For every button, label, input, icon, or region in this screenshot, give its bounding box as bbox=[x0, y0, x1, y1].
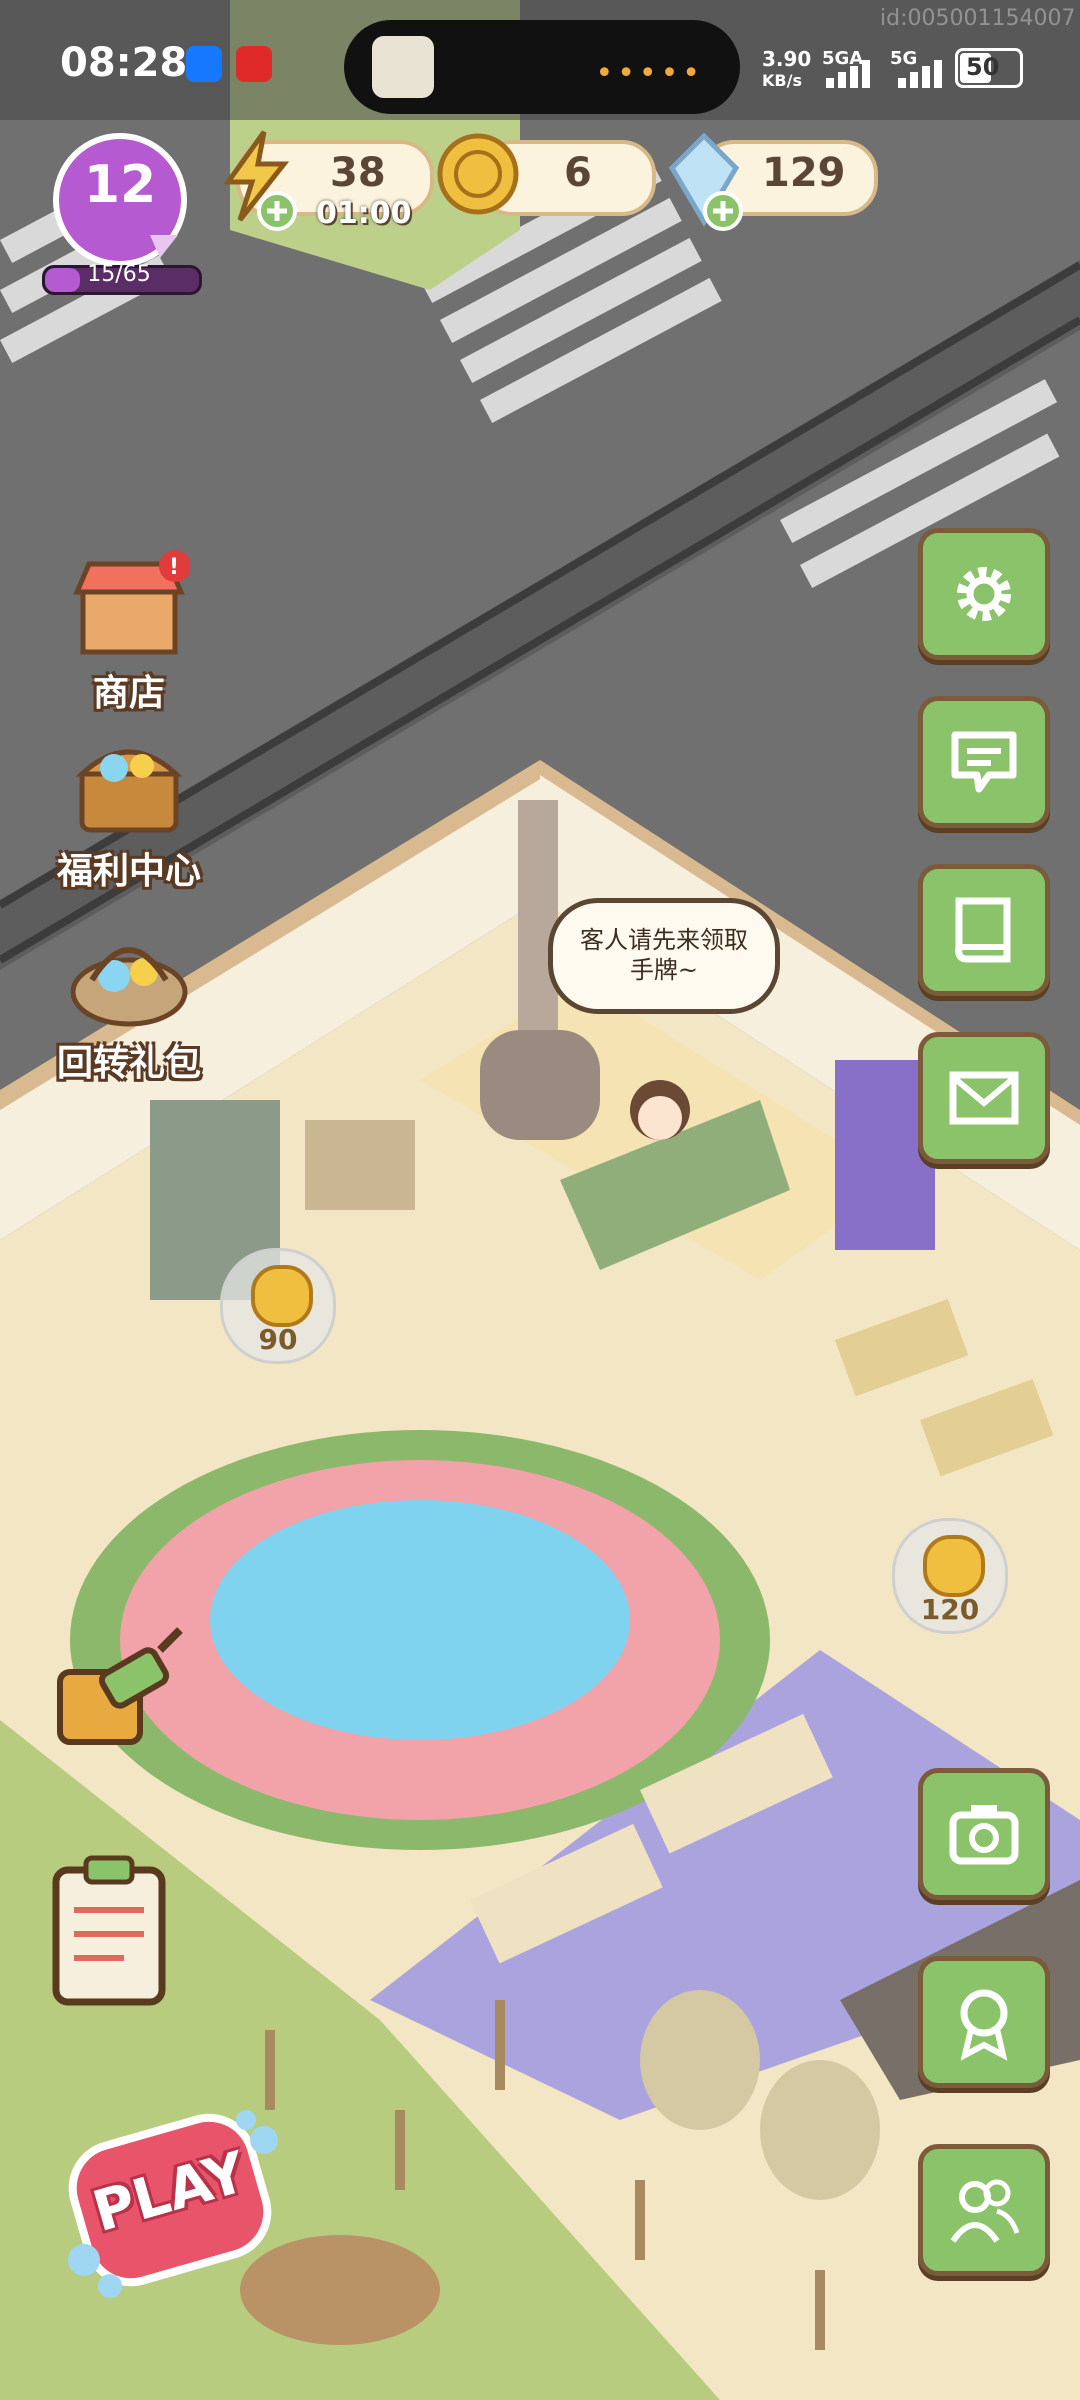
activity-dots-icon: ••••• bbox=[595, 56, 704, 91]
shop-button[interactable]: ! 商店 bbox=[44, 550, 214, 716]
coin-pin-amount: 90 bbox=[258, 1323, 298, 1356]
coin-icon bbox=[923, 1535, 985, 1597]
coin-icon bbox=[437, 133, 519, 215]
network-speed: 3.90 KB/s bbox=[762, 47, 812, 90]
gear-icon bbox=[957, 567, 1011, 621]
status-bar: 08:28 ••••• 3.90 KB/s 5GA 5G 50 id:00500… bbox=[0, 0, 1080, 120]
battery-indicator: 50 bbox=[955, 48, 1023, 88]
return-gift-button[interactable]: 回转礼包 bbox=[44, 920, 214, 1086]
badge-icon bbox=[960, 1989, 1008, 2061]
alipay-icon bbox=[186, 46, 222, 82]
gift-basket-icon bbox=[70, 947, 188, 1027]
shop-icon: ! bbox=[73, 550, 191, 655]
coin-pin-amount: 120 bbox=[920, 1593, 980, 1626]
target-app-icon bbox=[236, 46, 272, 82]
add-energy-icon[interactable] bbox=[256, 190, 298, 232]
camera-button[interactable] bbox=[918, 1768, 1050, 1900]
coin-value: 6 bbox=[564, 150, 592, 196]
book-icon bbox=[955, 897, 1011, 963]
friends-icon bbox=[950, 2179, 1020, 2243]
coin-collect-pin[interactable]: 90 bbox=[220, 1248, 336, 1364]
friends-button[interactable] bbox=[918, 2144, 1050, 2276]
achievement-button[interactable] bbox=[918, 1956, 1050, 2088]
return-gift-label: 回转礼包 bbox=[56, 1043, 201, 1084]
speech-line-1: 客人请先来领取 bbox=[580, 926, 748, 954]
gem-value: 129 bbox=[762, 150, 846, 196]
coin-icon bbox=[251, 1265, 313, 1327]
energy-value: 38 bbox=[330, 150, 386, 196]
mail-button[interactable] bbox=[918, 1032, 1050, 1164]
watermark-id: id:005001154007 bbox=[880, 6, 1076, 31]
speech-line-2: 手牌~ bbox=[629, 956, 699, 984]
signal-bars-icon-2 bbox=[898, 60, 942, 88]
chat-icon bbox=[951, 731, 1017, 793]
xp-text: 15/65 bbox=[87, 262, 151, 287]
mail-icon bbox=[949, 1071, 1019, 1125]
status-time: 08:28 bbox=[60, 40, 188, 86]
level-number: 12 bbox=[83, 155, 157, 215]
shop-label: 商店 bbox=[92, 673, 165, 714]
clipboard-icon[interactable] bbox=[44, 1850, 174, 2010]
welfare-center-label: 福利中心 bbox=[56, 851, 201, 892]
svg-text:!: ! bbox=[169, 555, 179, 580]
treasure-chest-icon bbox=[75, 749, 183, 833]
add-gem-icon[interactable] bbox=[702, 190, 744, 232]
welfare-center-button[interactable]: 福利中心 bbox=[44, 728, 214, 894]
settings-button[interactable] bbox=[918, 528, 1050, 660]
book-button[interactable] bbox=[918, 864, 1050, 996]
camera-icon bbox=[949, 1805, 1019, 1865]
speech-bubble: 客人请先来领取 手牌~ bbox=[548, 898, 780, 1014]
energy-timer: 01:00 bbox=[316, 196, 412, 231]
media-thumbnail bbox=[372, 36, 434, 98]
coin-collect-pin[interactable]: 120 bbox=[892, 1518, 1008, 1634]
dynamic-island: ••••• bbox=[344, 20, 740, 114]
signal-bars-icon bbox=[826, 60, 870, 88]
paint-roller-icon[interactable] bbox=[40, 1620, 190, 1770]
chat-button[interactable] bbox=[918, 696, 1050, 828]
